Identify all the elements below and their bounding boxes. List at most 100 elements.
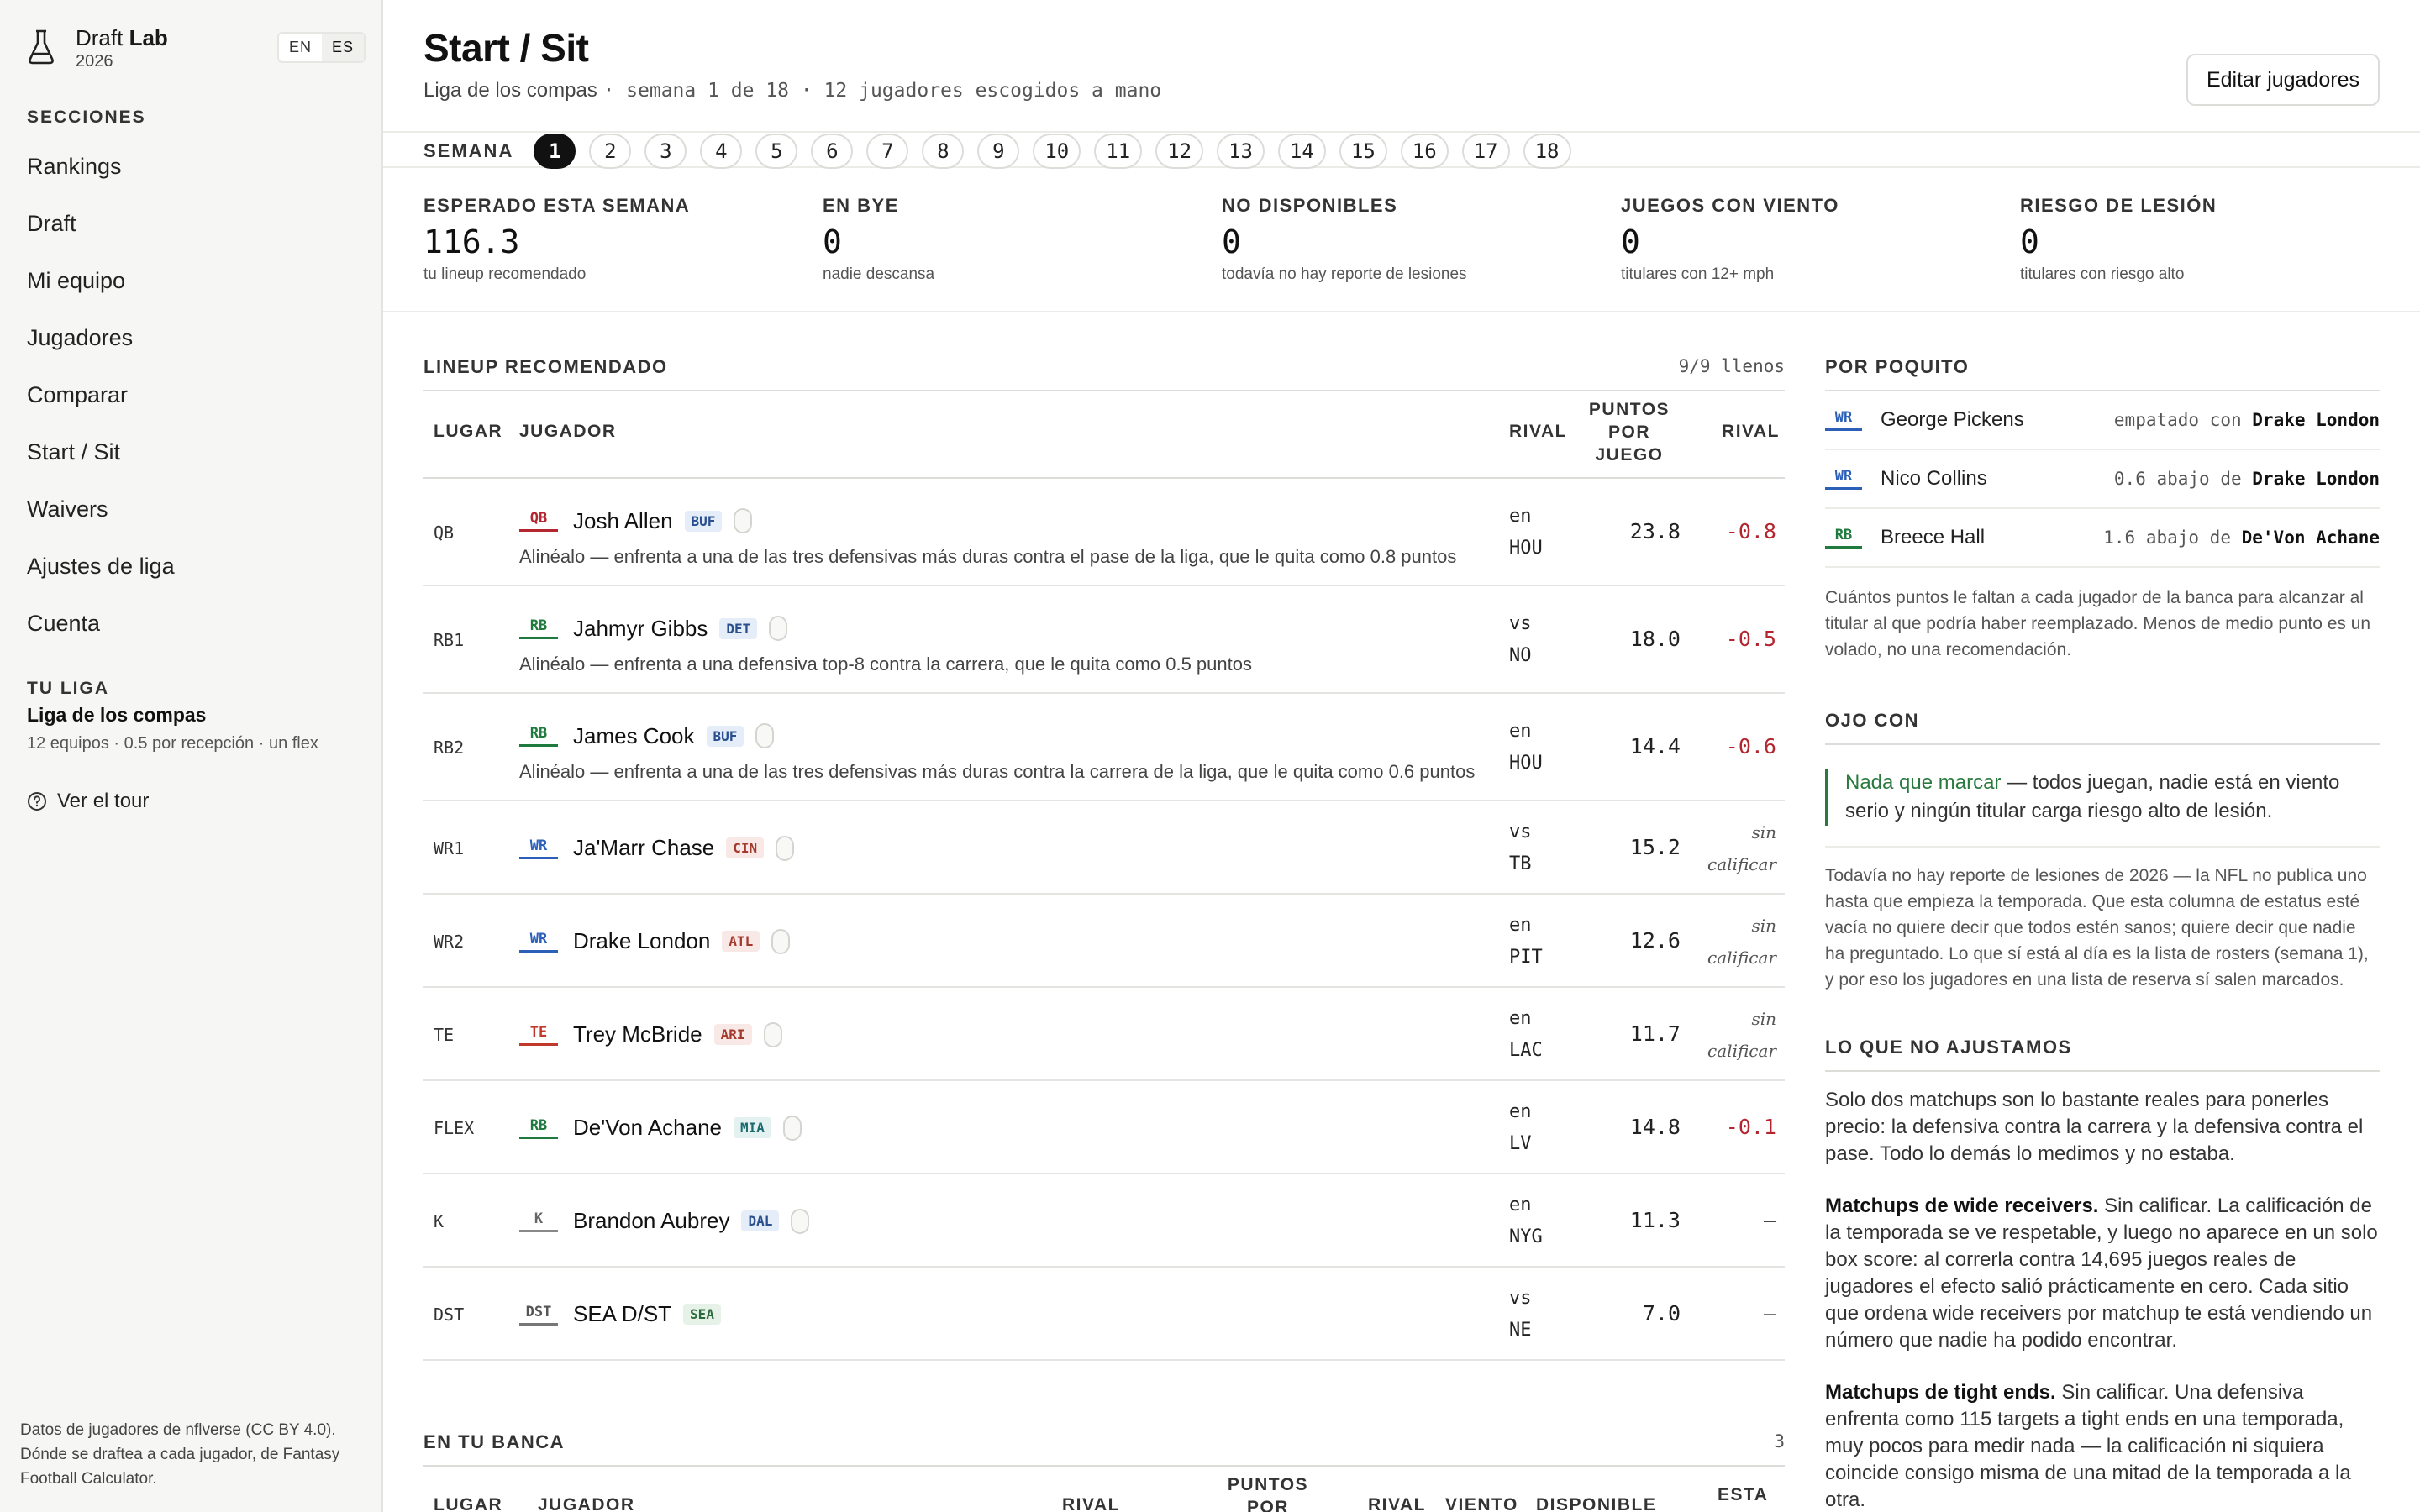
rival-prefix: en xyxy=(1509,1100,1532,1122)
week-chip-11[interactable]: 11 xyxy=(1094,134,1143,169)
sidebar-item-rankings[interactable]: Rankings xyxy=(27,148,175,205)
stat-caption: titulares con riesgo alto xyxy=(2020,265,2185,283)
player-name[interactable]: Drake London xyxy=(573,928,710,954)
bench-col-slot[interactable]: LUGAR xyxy=(434,1495,502,1512)
sidebar-item-players[interactable]: Jugadores xyxy=(27,319,175,376)
week-chip-18[interactable]: 18 xyxy=(1523,134,1571,169)
week-chip-9[interactable]: 9 xyxy=(977,134,1020,169)
rival-adjustment: -0.1 xyxy=(1725,1114,1776,1139)
bench-header: EN TU BANCA 3 xyxy=(424,1431,1785,1453)
lineup-row[interactable]: RB1 RB Jahmyr Gibbs DET Alinéalo — enfrenta … xyxy=(424,586,1785,694)
sidebar-item-my-team[interactable]: Mi equipo xyxy=(27,262,175,319)
player-name[interactable]: Brandon Aubrey xyxy=(573,1208,729,1234)
week-chip-10[interactable]: 10 xyxy=(1033,134,1081,169)
col-ppg[interactable]: PUNTOS POR JUEGO xyxy=(1583,398,1676,466)
rival-cell: en LAC xyxy=(1509,1003,1543,1067)
week-chip-15[interactable]: 15 xyxy=(1339,134,1387,169)
sidebar-item-account[interactable]: Cuenta xyxy=(27,605,175,662)
week-chip-17[interactable]: 17 xyxy=(1461,134,1510,169)
week-chip-14[interactable]: 14 xyxy=(1277,134,1326,169)
rival-cell: vs NE xyxy=(1509,1283,1532,1347)
gap-text: 0.6 abajo de xyxy=(2113,469,2242,489)
sidebar-item-draft[interactable]: Draft xyxy=(27,205,175,262)
bench-col-rival-adjustment[interactable]: RIVAL xyxy=(1368,1495,1426,1512)
player-name[interactable]: Ja'Marr Chase xyxy=(573,835,714,861)
player-name[interactable]: SEA D/ST xyxy=(573,1301,671,1327)
week-chip-12[interactable]: 12 xyxy=(1155,134,1204,169)
sidebar-item-start-sit[interactable]: Start / Sit xyxy=(27,433,175,491)
slot-label: TE xyxy=(434,1024,455,1045)
points-per-game: 14.8 xyxy=(1629,1114,1681,1139)
watch-description: Todavía no hay reporte de lesiones de 20… xyxy=(1825,866,2369,990)
right-column: POR POQUITO WR George Pickens empatado con… xyxy=(1825,356,2380,1512)
bench-col-wind[interactable]: VIENTO xyxy=(1445,1495,1518,1512)
col-slot[interactable]: LUGAR xyxy=(434,422,502,442)
player-name[interactable]: Trey McBride xyxy=(573,1021,702,1047)
week-chip-2[interactable]: 2 xyxy=(589,134,632,169)
points-per-game: 23.8 xyxy=(1629,519,1681,543)
bench-col-this[interactable]: ESTA xyxy=(1718,1485,1768,1505)
player-name[interactable]: De'Von Achane xyxy=(573,1115,722,1141)
week-chip-8[interactable]: 8 xyxy=(922,134,965,169)
close-call-row[interactable]: WR George Pickens empatado con Drake Londo… xyxy=(1825,391,2380,450)
league-title: TU LIGA xyxy=(27,679,109,698)
sections-title: SECCIONES xyxy=(27,108,146,127)
close-call-row[interactable]: WR Nico Collins 0.6 abajo de Drake London xyxy=(1825,450,2380,509)
rival-team: NYG xyxy=(1509,1226,1543,1247)
lineup-row[interactable]: WR2 WR Drake London ATL en PIT 12.6 sin califica… xyxy=(424,895,1785,988)
rival-cell: vs TB xyxy=(1509,816,1532,880)
points-per-game: 18.0 xyxy=(1629,627,1681,651)
player-name: Breece Hall xyxy=(1881,526,1986,549)
week-chip-7[interactable]: 7 xyxy=(866,134,909,169)
lang-es-button[interactable]: ES xyxy=(322,34,365,61)
week-chip-3[interactable]: 3 xyxy=(644,134,687,169)
player-name[interactable]: Josh Allen xyxy=(573,508,673,534)
col-rival-adjustment[interactable]: RIVAL xyxy=(1692,422,1780,442)
bench-col-ppg[interactable]: PUNTOS POR xyxy=(1222,1473,1314,1512)
sidebar-item-waivers[interactable]: Waivers xyxy=(27,491,175,548)
lineup-row[interactable]: DST DST SEA D/ST SEA vs NE 7.0 — xyxy=(424,1268,1785,1361)
position-badge: RB xyxy=(519,725,558,747)
bench-col-available[interactable]: DISPONIBLE xyxy=(1536,1495,1656,1512)
sidebar-item-compare[interactable]: Comparar xyxy=(27,376,175,433)
compared-player: Drake London xyxy=(2252,469,2380,489)
page-title: Start / Sit xyxy=(424,26,589,70)
week-chip-5[interactable]: 5 xyxy=(755,134,798,169)
week-chip-16[interactable]: 16 xyxy=(1400,134,1449,169)
week-chip-4[interactable]: 4 xyxy=(700,134,743,169)
rival-cell: en NYG xyxy=(1509,1189,1543,1253)
player-note: Alinéalo — enfrenta a una de las tres de… xyxy=(519,761,1476,782)
slot-label: WR2 xyxy=(434,931,465,952)
rival-prefix: en xyxy=(1509,506,1532,527)
player-name[interactable]: James Cook xyxy=(573,723,695,749)
player-name[interactable]: Jahmyr Gibbs xyxy=(573,616,708,642)
lineup-row[interactable]: WR1 WR Ja'Marr Chase CIN vs TB 15.2 sin califica… xyxy=(424,801,1785,895)
lineup-row[interactable]: RB2 RB James Cook BUF Alinéalo — enfrenta a … xyxy=(424,694,1785,801)
edit-players-button[interactable]: Editar jugadores xyxy=(2186,54,2380,106)
bench-col-rival[interactable]: RIVAL xyxy=(1062,1495,1120,1512)
close-call-row[interactable]: RB Breece Hall 1.6 abajo de De'Von Achane xyxy=(1825,509,2380,568)
status-indicator xyxy=(755,723,775,748)
brand[interactable]: Draft Lab 2026 xyxy=(27,25,168,71)
main-content: Start / Sit Liga de los compas · semana … xyxy=(383,0,2420,1512)
sidebar-item-league-settings[interactable]: Ajustes de liga xyxy=(27,548,175,605)
col-rival[interactable]: RIVAL xyxy=(1509,422,1567,442)
tour-link[interactable]: Ver el tour xyxy=(27,790,149,813)
rival-prefix: en xyxy=(1509,1007,1532,1029)
lang-en-button[interactable]: EN xyxy=(279,34,322,61)
slot-label: QB xyxy=(434,522,455,543)
lineup-row[interactable]: QB QB Josh Allen BUF Alinéalo — enfrenta a u… xyxy=(424,479,1785,586)
lineup-row[interactable]: TE TE Trey McBride ARI en LAC 11.7 sin calificar xyxy=(424,988,1785,1081)
lineup-row[interactable]: FLEX RB De'Von Achane MIA en LV 14.8 -0.1 xyxy=(424,1081,1785,1174)
rival-adjustment: sin calificar xyxy=(1692,910,1776,974)
flask-icon xyxy=(29,29,54,65)
slot-label: WR1 xyxy=(434,837,465,858)
week-chip-1[interactable]: 1 xyxy=(534,134,576,169)
week-chip-6[interactable]: 6 xyxy=(811,134,854,169)
bench-col-player[interactable]: JUGADOR xyxy=(538,1495,635,1512)
week-chip-13[interactable]: 13 xyxy=(1217,134,1265,169)
lineup-row[interactable]: K K Brandon Aubrey DAL en NYG 11.3 — xyxy=(424,1174,1785,1268)
col-player[interactable]: JUGADOR xyxy=(519,422,617,442)
page-subtitle: Liga de los compas · semana 1 de 18 · 12… xyxy=(424,79,1161,102)
brand-year: 2026 xyxy=(76,52,113,71)
